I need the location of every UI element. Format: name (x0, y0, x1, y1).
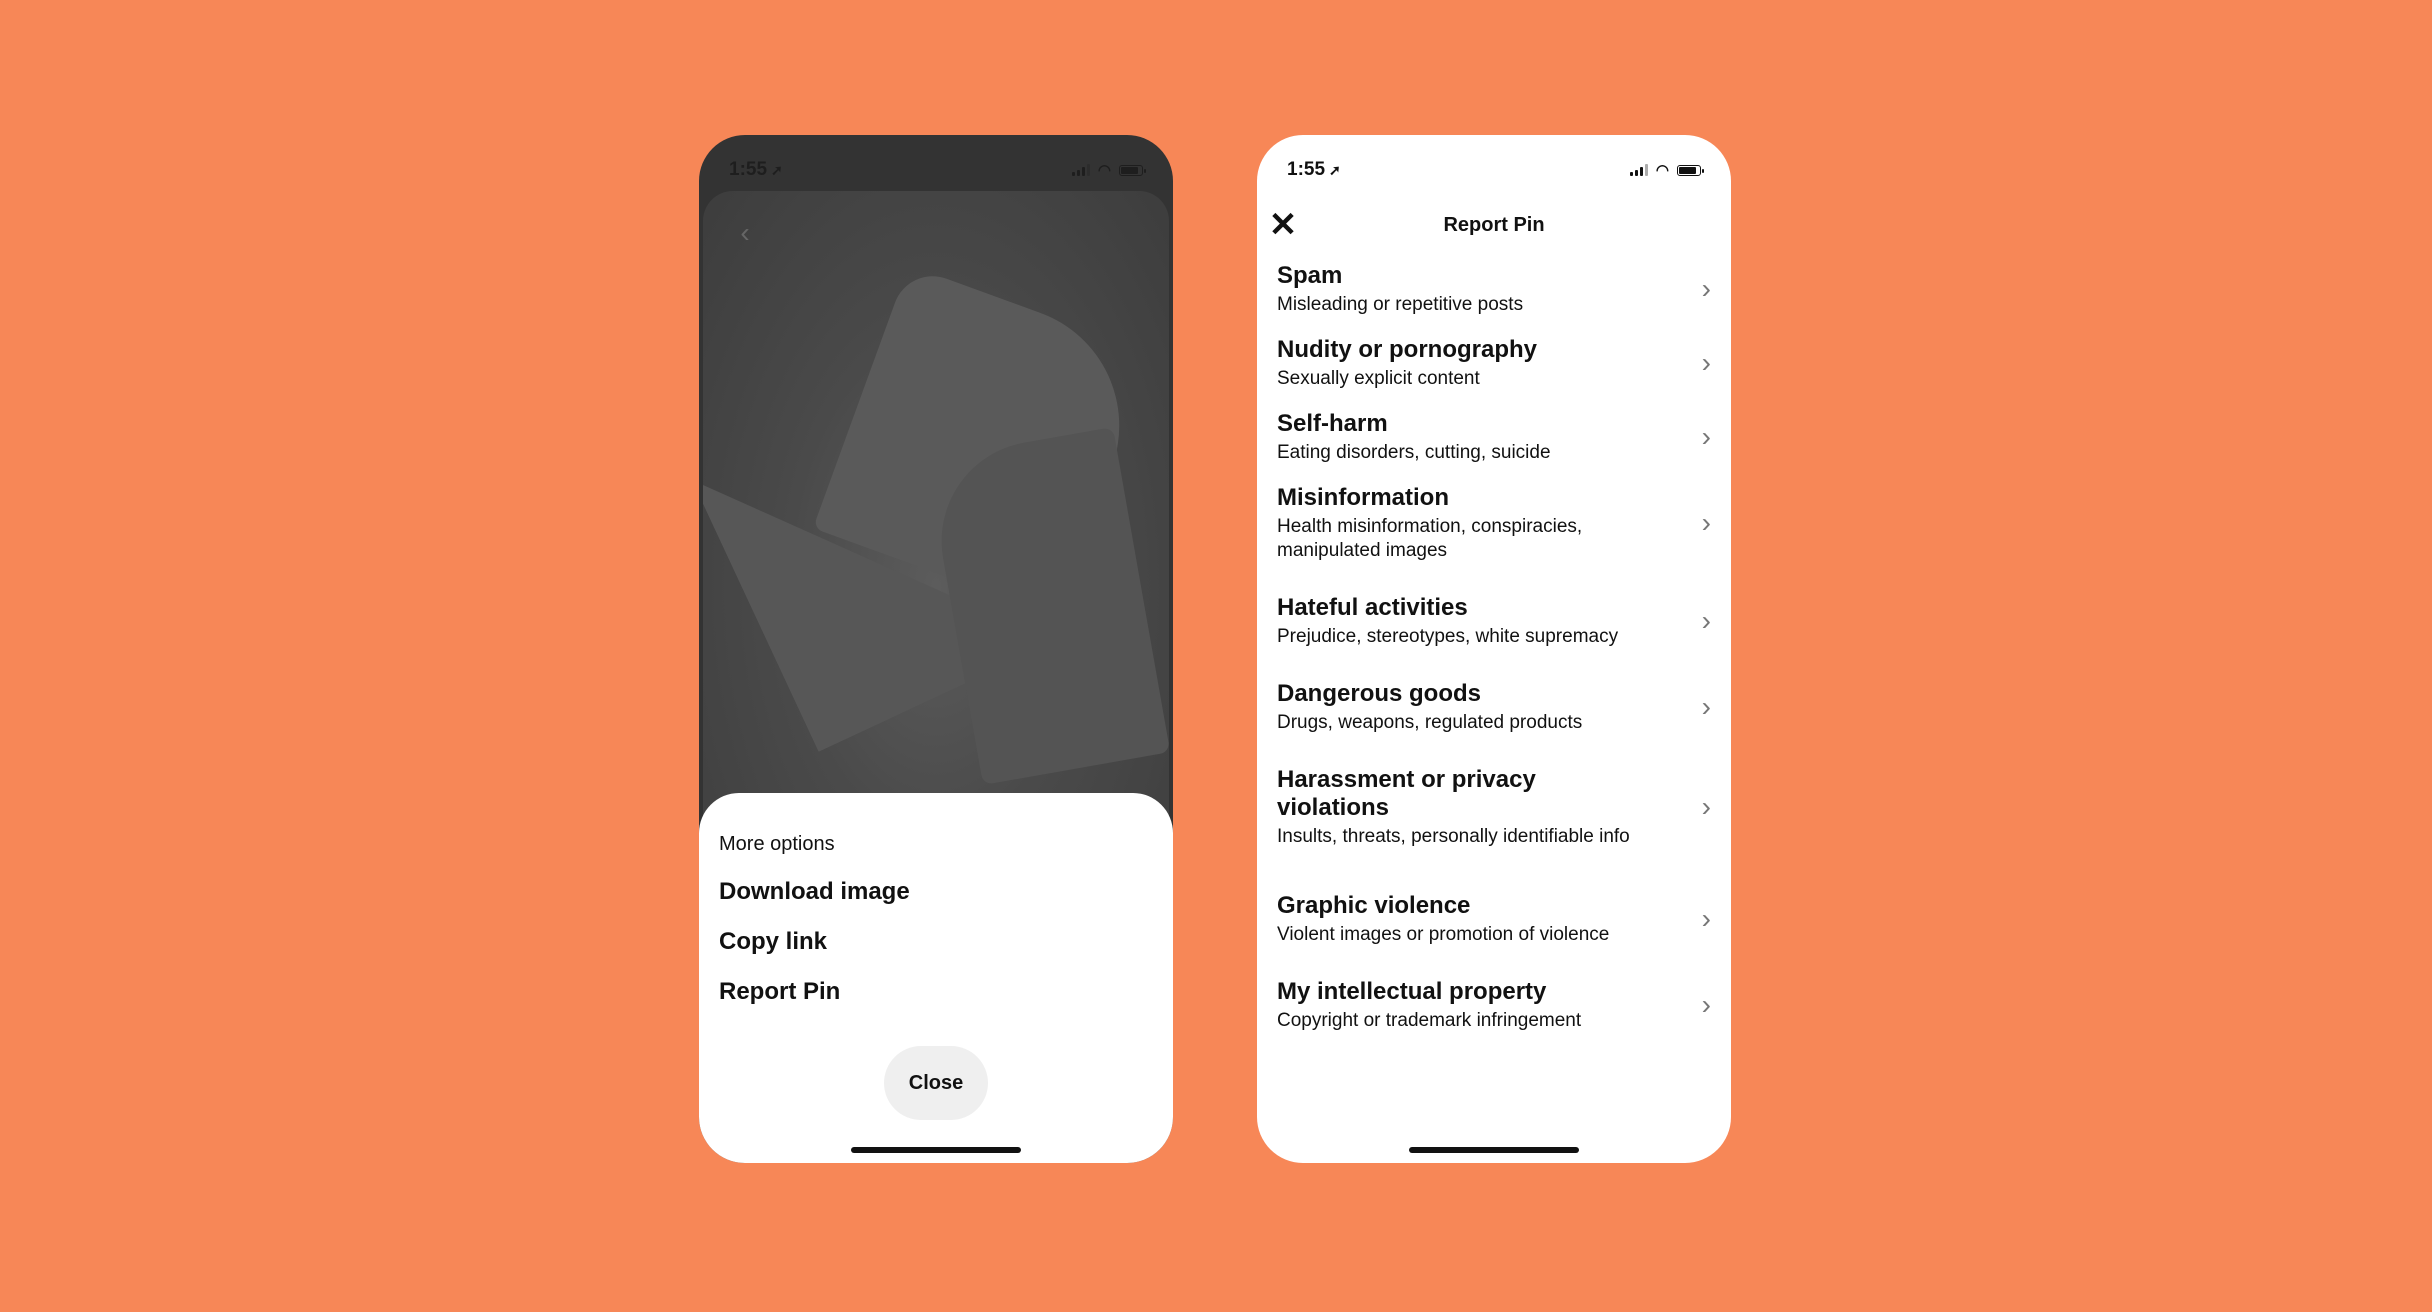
wifi-icon: ◠ (1655, 162, 1669, 179)
reason-title: Dangerous goods (1277, 679, 1482, 707)
report-pin-option[interactable]: Report Pin (719, 974, 1153, 1024)
reason-misinformation[interactable]: Misinformation Health misinformation, con… (1257, 474, 1731, 572)
chevron-right-icon: › (1701, 347, 1711, 378)
reason-desc: Drugs, weapons, regulated products (1277, 711, 1583, 733)
time-label: 1:55 (1287, 159, 1326, 180)
chevron-right-icon: › (1701, 903, 1711, 934)
battery-icon (1119, 164, 1146, 176)
page-title: Report Pin (1443, 213, 1545, 236)
chevron-right-icon: › (1701, 605, 1711, 636)
reason-desc: Prejudice, stereotypes, white supremacy (1277, 625, 1619, 647)
reason-intellectual-property[interactable]: My intellectual property Copyright or tra… (1257, 968, 1731, 1042)
status-bar: 1:55 ➚ ◠ (1257, 135, 1731, 195)
reason-desc: Misleading or repetitive posts (1277, 293, 1524, 315)
home-indicator (1409, 1147, 1579, 1153)
close-x-icon[interactable]: ✕ (1265, 207, 1301, 243)
reason-title: Self-harm (1277, 409, 1388, 437)
chevron-right-icon: › (1701, 273, 1711, 304)
report-header: ✕ Report Pin (1257, 195, 1731, 255)
location-arrow-icon: ➚ (1329, 161, 1341, 178)
reason-harassment[interactable]: Harassment or privacy violations Insults,… (1257, 744, 1731, 870)
reason-title: Hateful activities (1277, 593, 1468, 621)
chevron-right-icon: › (1701, 507, 1711, 538)
battery-icon (1677, 164, 1704, 176)
reason-desc: Insults, threats, personally identifiabl… (1277, 825, 1630, 847)
reason-title: Misinformation (1277, 483, 1449, 511)
report-reason-list: Spam Misleading or repetitive posts › Nud… (1257, 252, 1731, 1042)
status-time: 1:55 ➚ (729, 149, 783, 181)
reason-desc: Copyright or trademark infringement (1277, 1009, 1582, 1031)
close-button[interactable]: Close (884, 1046, 988, 1120)
chevron-right-icon: › (1701, 421, 1711, 452)
status-bar: 1:55 ➚ ◠ (699, 135, 1173, 195)
location-arrow-icon: ➚ (771, 161, 783, 178)
reason-nudity[interactable]: Nudity or pornography Sexually explicit c… (1257, 326, 1731, 400)
reason-title: My intellectual property (1277, 977, 1547, 1005)
reason-title: Spam (1277, 261, 1343, 289)
cellular-signal-icon (1071, 164, 1090, 176)
reason-title: Harassment or privacy violations (1277, 765, 1536, 821)
reason-desc: Eating disorders, cutting, suicide (1277, 441, 1551, 463)
chevron-right-icon: › (1701, 691, 1711, 722)
home-indicator (851, 1147, 1021, 1153)
chevron-right-icon: › (1701, 989, 1711, 1020)
reason-dangerous-goods[interactable]: Dangerous goods Drugs, weapons, regulated… (1257, 670, 1731, 744)
status-time: 1:55 ➚ (1287, 149, 1341, 181)
wifi-icon: ◠ (1097, 162, 1111, 179)
reason-graphic-violence[interactable]: Graphic violence Violent images or promot… (1257, 870, 1731, 968)
reason-spam[interactable]: Spam Misleading or repetitive posts › (1257, 252, 1731, 326)
copy-link-option[interactable]: Copy link (719, 924, 1153, 974)
reason-hateful-activities[interactable]: Hateful activities Prejudice, stereotypes… (1257, 572, 1731, 670)
reason-title: Graphic violence (1277, 891, 1471, 919)
reason-desc: Violent images or promotion of violence (1277, 923, 1610, 945)
back-chevron-icon[interactable]: ‹ (723, 211, 767, 255)
sheet-title: More options (719, 833, 835, 855)
download-image-option[interactable]: Download image (719, 874, 1153, 924)
reason-desc: Sexually explicit content (1277, 367, 1480, 389)
phone-report-pin: 1:55 ➚ ◠ ✕ Report Pin Spam Misleading or … (1257, 135, 1731, 1163)
reason-self-harm[interactable]: Self-harm Eating disorders, cutting, suic… (1257, 400, 1731, 474)
phone-more-options: 1:55 ➚ ◠ ‹ ⌕ More options Download image… (699, 135, 1173, 1163)
reason-title: Nudity or pornography (1277, 335, 1537, 363)
reason-desc: Health misinformation, conspiracies, man… (1277, 515, 1583, 561)
cellular-signal-icon (1629, 164, 1648, 176)
more-options-sheet: More options Download image Copy link Re… (699, 793, 1173, 1163)
chevron-right-icon: › (1701, 791, 1711, 822)
time-label: 1:55 (729, 159, 768, 180)
